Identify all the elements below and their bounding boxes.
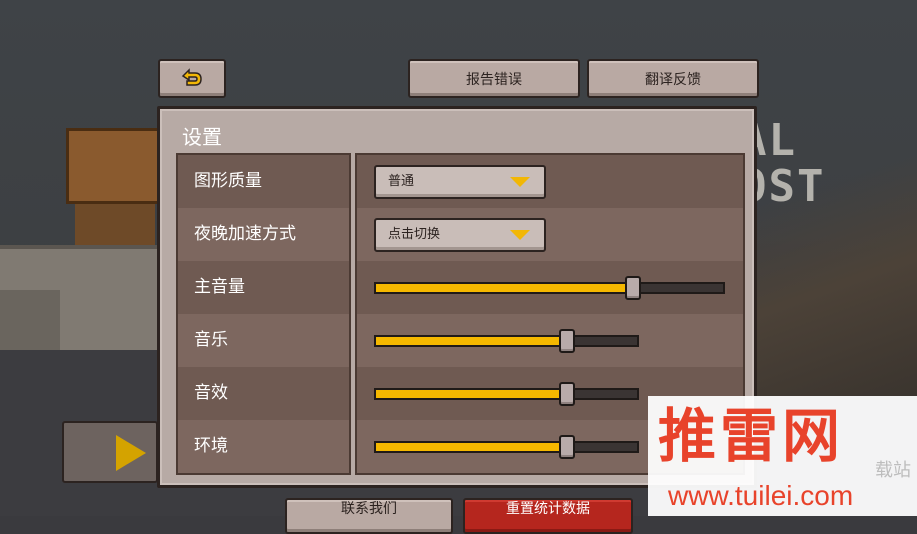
settings-row-control-master-volume — [357, 261, 743, 314]
settings-title: 设置 — [182, 125, 222, 149]
play-triangle-icon — [116, 435, 146, 471]
ambient-volume-label: 环境 — [194, 436, 228, 456]
watermark-brand: 推雷网 — [658, 402, 845, 470]
sfx-volume-fill — [376, 390, 567, 398]
play-button[interactable] — [62, 421, 158, 483]
night-speed-mode-dropdown[interactable]: 点击切换 — [374, 218, 546, 252]
castle-wall-detail — [0, 290, 60, 350]
settings-row-label-night-speed: 夜晚加速方式 — [178, 208, 349, 261]
music-volume-label: 音乐 — [194, 330, 228, 350]
master-volume-label: 主音量 — [194, 277, 245, 297]
master-volume-slider[interactable] — [374, 276, 725, 300]
reset-stats-label: 重置统计数据 — [506, 501, 590, 517]
music-volume-slider[interactable] — [374, 329, 639, 353]
report-bug-label: 报告错误 — [466, 71, 522, 88]
back-button[interactable] — [158, 59, 226, 98]
night-speed-mode-label: 夜晚加速方式 — [194, 224, 296, 244]
dropdown-arrow-icon — [510, 230, 530, 240]
contact-us-button[interactable]: 联系我们 — [285, 498, 453, 534]
settings-row-control-night-speed: 点击切换 — [357, 208, 743, 261]
settings-row-control-music — [357, 314, 743, 367]
settings-row-label-sfx: 音效 — [178, 367, 349, 420]
settings-row-label-music: 音乐 — [178, 314, 349, 367]
sfx-volume-handle[interactable] — [558, 382, 575, 406]
music-volume-handle[interactable] — [558, 329, 575, 353]
watermark-url: www.tuilei.com — [668, 480, 854, 511]
master-volume-handle[interactable] — [624, 276, 641, 300]
translation-feedback-label: 翻译反馈 — [645, 71, 701, 88]
settings-row-control-graphics: 普通 — [357, 155, 743, 208]
night-speed-mode-value: 点击切换 — [388, 227, 441, 242]
reset-stats-button[interactable]: 重置统计数据 — [463, 498, 633, 534]
settings-labels-column: 图形质量 夜晚加速方式 主音量 音乐 音效 环境 — [176, 153, 351, 475]
settings-row-label-graphics: 图形质量 — [178, 155, 349, 208]
graphics-quality-value: 普通 — [388, 174, 415, 189]
contact-us-label: 联系我们 — [341, 501, 397, 517]
settings-row-label-ambient: 环境 — [178, 420, 349, 473]
report-bug-button[interactable]: 报告错误 — [408, 59, 580, 98]
sfx-volume-slider[interactable] — [374, 382, 639, 406]
site-watermark: 推雷网 载站 www.tuilei.com — [648, 396, 917, 516]
dropdown-arrow-icon — [510, 177, 530, 187]
translation-feedback-button[interactable]: 翻译反馈 — [587, 59, 759, 98]
ambient-volume-fill — [376, 443, 567, 451]
undo-arrow-icon — [181, 67, 202, 86]
ambient-volume-slider[interactable] — [374, 435, 639, 459]
master-volume-fill — [376, 284, 633, 292]
sfx-volume-label: 音效 — [194, 383, 228, 403]
graphics-quality-label: 图形质量 — [194, 171, 262, 191]
watermark-side-text: 载站 — [875, 460, 911, 481]
settings-row-label-master-volume: 主音量 — [178, 261, 349, 314]
music-volume-fill — [376, 337, 567, 345]
ambient-volume-handle[interactable] — [558, 435, 575, 459]
graphics-quality-dropdown[interactable]: 普通 — [374, 165, 546, 199]
